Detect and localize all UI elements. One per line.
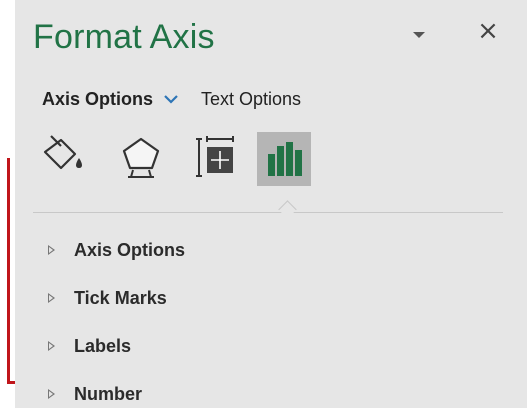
section-label: Tick Marks (74, 287, 167, 308)
section-label: Axis Options (74, 239, 186, 260)
expand-triangle-icon (48, 245, 55, 255)
section-labels[interactable]: Labels (43, 322, 503, 370)
expand-triangle-icon (48, 293, 55, 303)
section-label: Labels (74, 335, 132, 356)
axis-options-dropdown-label[interactable]: Axis Options (42, 89, 153, 110)
text-options-tab[interactable]: Text Options (201, 89, 301, 110)
pane-title: Format Axis (33, 18, 215, 56)
format-axis-pane: Format Axis × Axis Options Text Options (15, 0, 527, 408)
section-axis-options[interactable]: Axis Options (43, 226, 503, 274)
expand-triangle-icon (48, 341, 55, 351)
task-pane-options-caret-icon[interactable] (407, 22, 431, 46)
section-label: Number (74, 383, 143, 404)
axis-options-bars-icon[interactable] (257, 132, 311, 186)
size-properties-icon[interactable] (189, 130, 243, 184)
section-number[interactable]: Number (43, 370, 503, 418)
effects-pentagon-icon[interactable] (114, 130, 168, 184)
close-pane-button[interactable]: × (473, 16, 503, 46)
options-tabs: Axis Options Text Options (42, 86, 301, 112)
chevron-down-icon[interactable] (161, 89, 181, 109)
expand-triangle-icon (48, 389, 55, 399)
option-sections: Axis Options Tick Marks Labels Number (43, 226, 503, 418)
selected-tab-indicator (278, 200, 297, 219)
tab-divider (33, 212, 503, 213)
section-tick-marks[interactable]: Tick Marks (43, 274, 503, 322)
annotation-line-vertical (7, 158, 10, 384)
fill-line-icon[interactable] (39, 130, 93, 184)
